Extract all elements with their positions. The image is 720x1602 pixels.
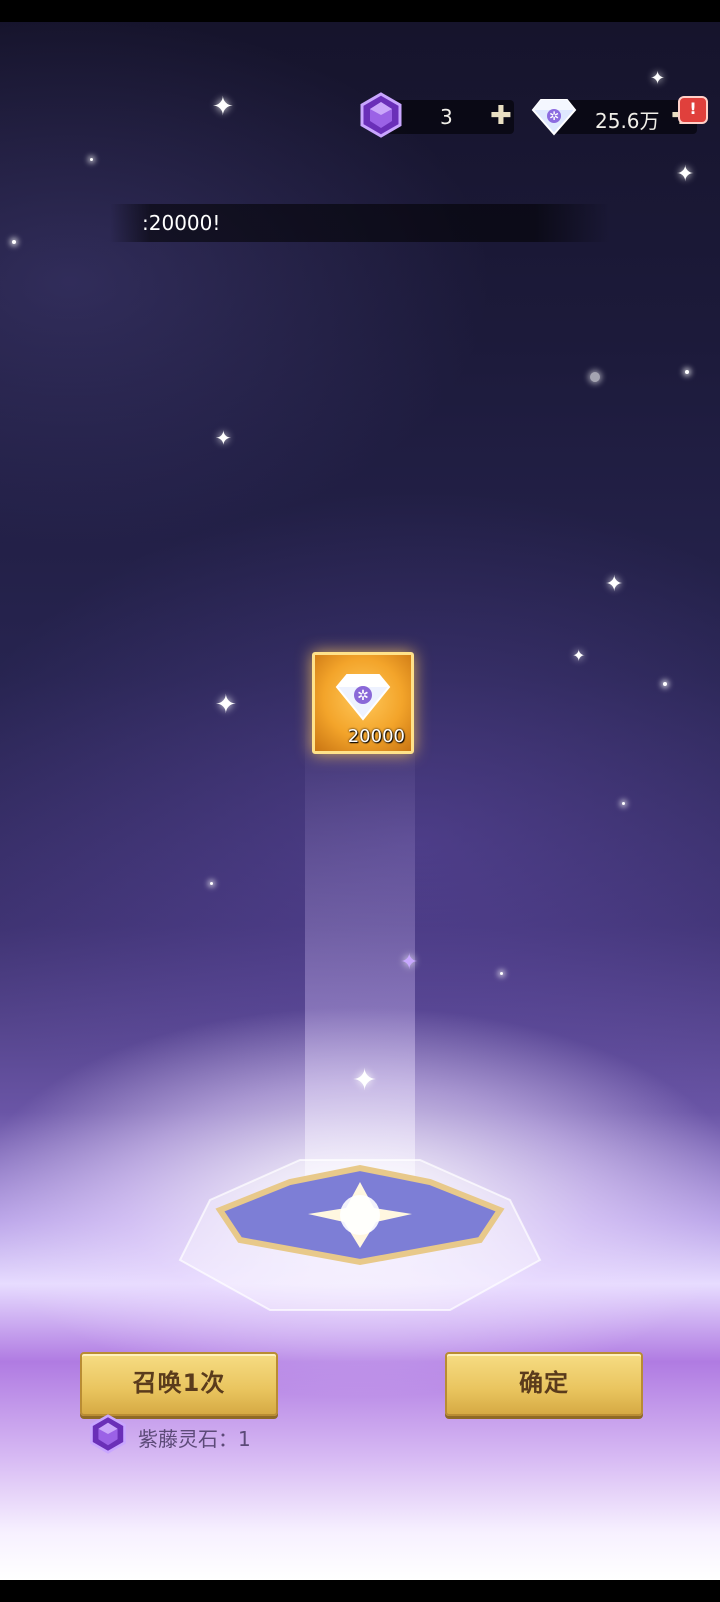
navigation-bar xyxy=(0,1580,720,1602)
svg-text:✲: ✲ xyxy=(549,109,559,123)
diamond-counter: ✲ 25.6万 ✚ xyxy=(531,99,697,136)
sparkle-icon: ✦ xyxy=(400,950,419,975)
summon-scene: ✦ ✦ ✦ ✦ ✦ ✦ ✦ ✦ ✦ xyxy=(0,22,720,1580)
diamond-count: 25.6万 xyxy=(595,109,660,133)
star xyxy=(500,972,503,975)
reward-card[interactable]: ✲ 20000 xyxy=(312,652,414,754)
svg-text:✲: ✲ xyxy=(357,688,369,704)
summon-once-button[interactable]: 召唤1次 xyxy=(80,1352,278,1416)
status-bar xyxy=(0,0,720,22)
alert-icon[interactable]: ! xyxy=(678,96,708,124)
stone-count: 3 xyxy=(440,105,453,129)
stone-counter: 3 ✚ xyxy=(360,92,514,138)
banner-text: :20000! xyxy=(142,211,221,235)
star xyxy=(12,240,16,244)
cost-label: 紫藤灵石：1 xyxy=(138,1427,251,1451)
star xyxy=(590,372,600,382)
sparkle-icon: ✦ xyxy=(212,92,234,122)
reward-banner: :20000! xyxy=(110,204,610,242)
star xyxy=(685,370,689,374)
diamond-icon: ✲ xyxy=(335,674,391,721)
sparkle-icon: ✦ xyxy=(650,68,666,89)
sparkle-icon: ✦ xyxy=(572,646,586,665)
star xyxy=(210,882,213,885)
sparkle-icon: ✦ xyxy=(215,426,232,450)
confirm-button[interactable]: 确定 xyxy=(445,1352,643,1416)
sparkle-icon: ✦ xyxy=(352,1063,378,1098)
add-stone-button[interactable]: ✚ xyxy=(490,103,512,129)
purple-gem-icon xyxy=(360,92,402,138)
star xyxy=(622,802,625,805)
star xyxy=(90,158,93,161)
sparkle-icon: ✦ xyxy=(605,572,624,597)
diamond-icon: ✲ xyxy=(531,99,577,136)
sparkle-icon: ✦ xyxy=(215,690,237,720)
reward-amount: 20000 xyxy=(347,726,405,747)
star xyxy=(663,682,667,686)
purple-gem-icon xyxy=(90,1414,126,1454)
sparkle-icon: ✦ xyxy=(676,162,695,187)
summon-platform xyxy=(178,1159,542,1311)
